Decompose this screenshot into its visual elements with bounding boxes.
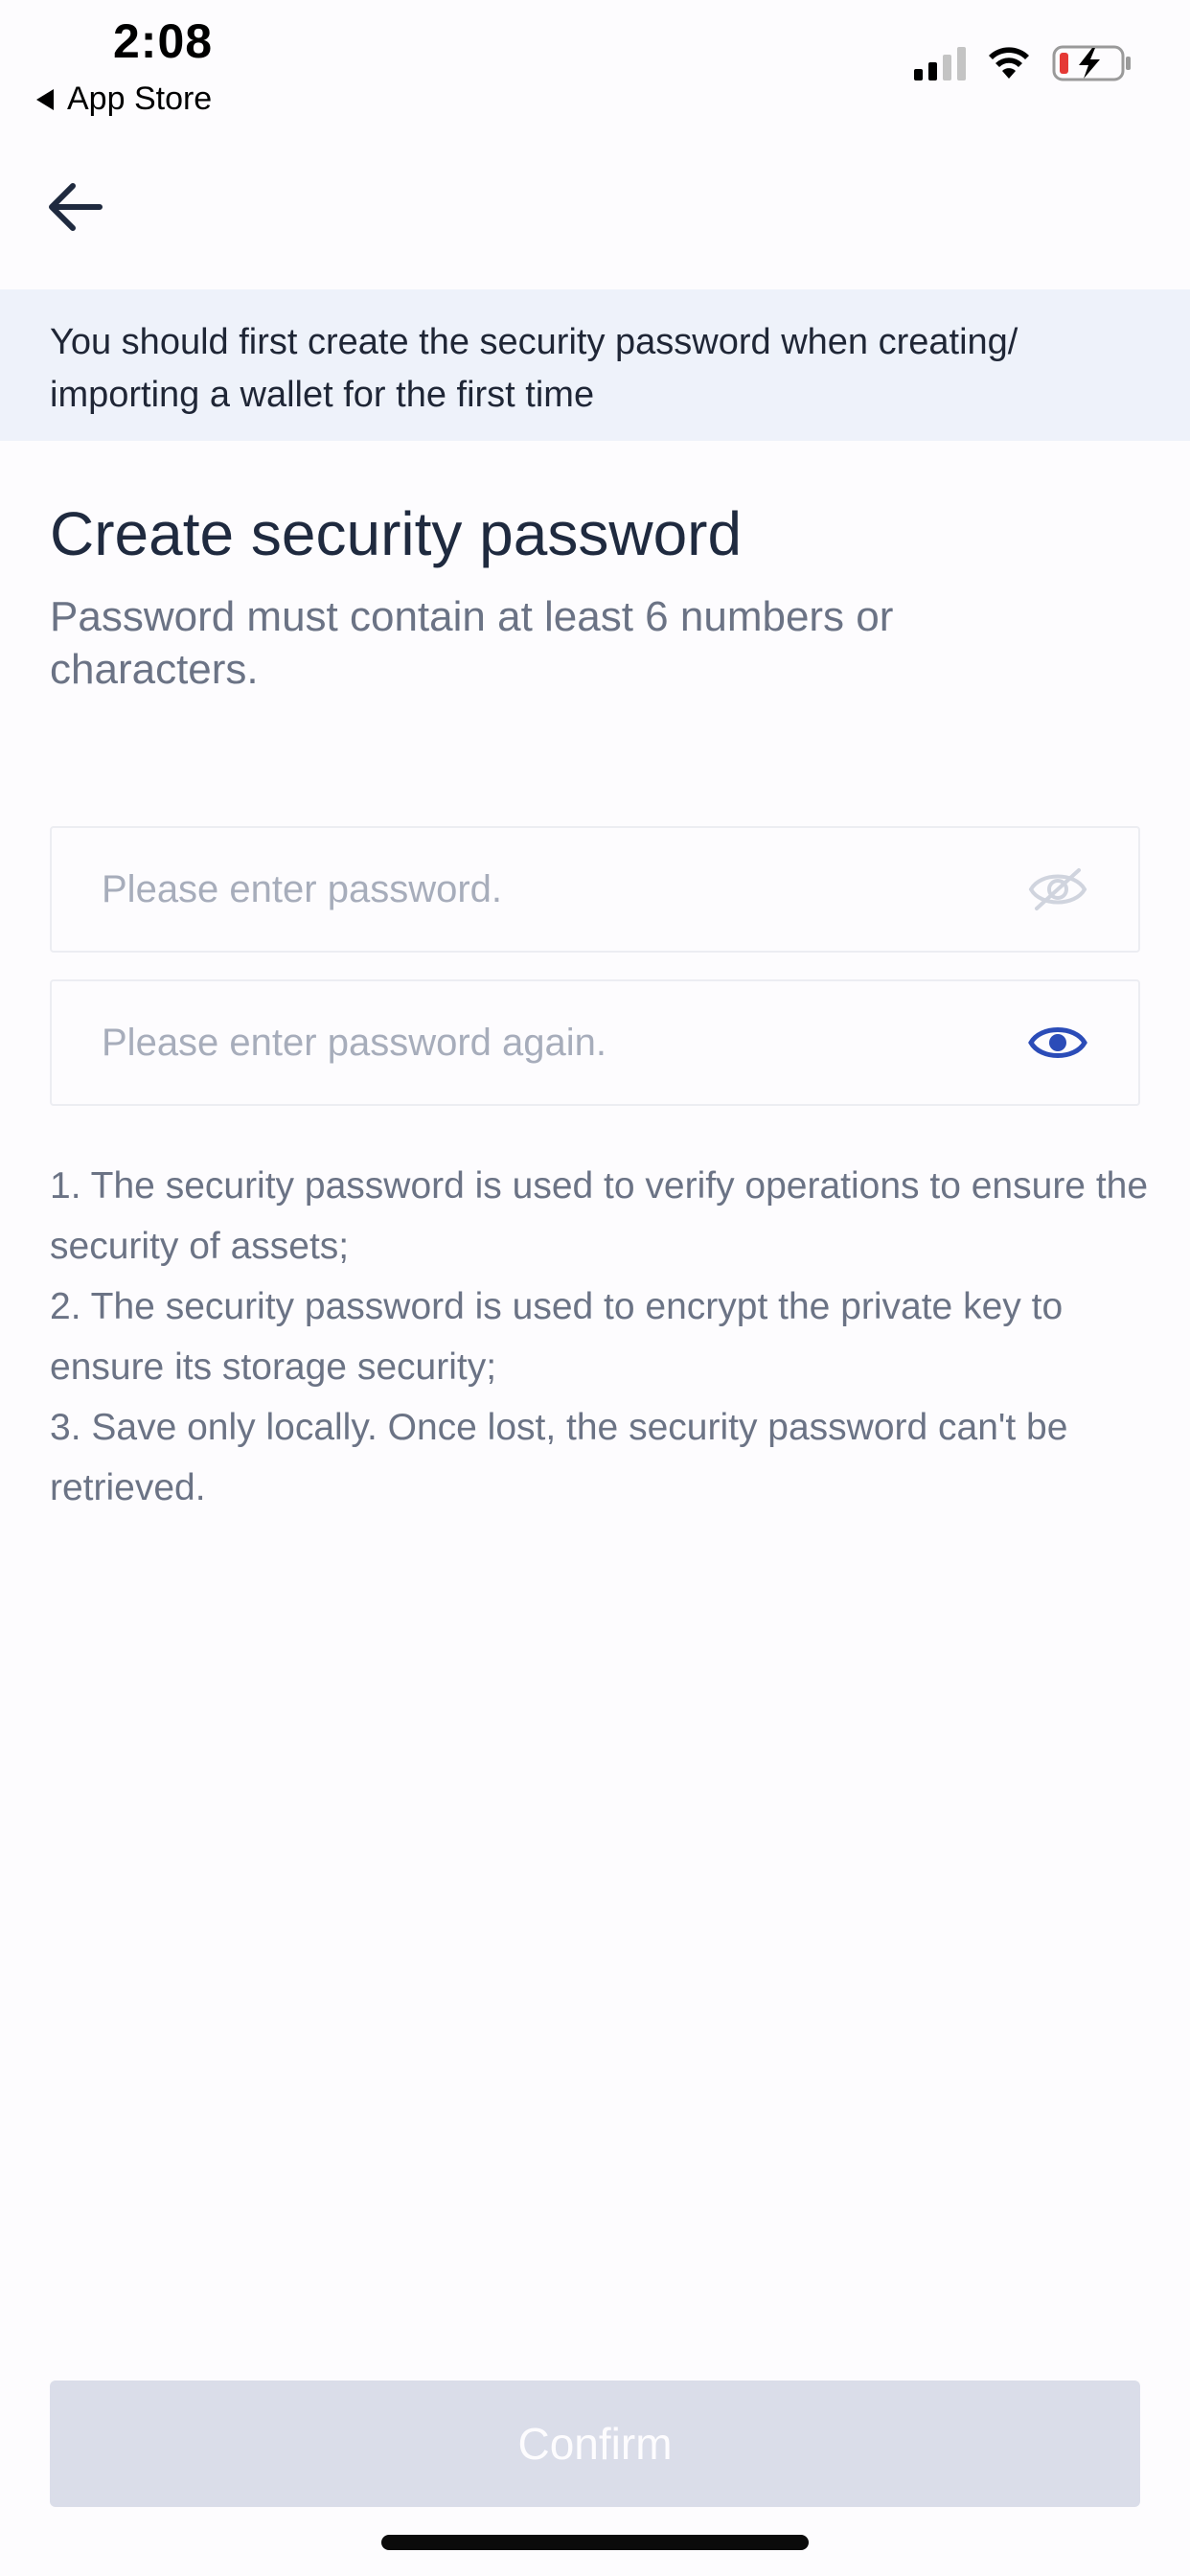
status-icons (914, 44, 1133, 82)
password-again-field-container (50, 979, 1140, 1106)
back-to-app-store-link[interactable]: App Store (36, 80, 212, 118)
status-time: 2:08 (113, 14, 214, 68)
info-banner-text: You should first create the security pas… (50, 322, 1018, 415)
back-triangle-icon (36, 88, 54, 110)
password-notes: 1. The security password is used to veri… (50, 1156, 1152, 1518)
back-app-label: App Store (67, 80, 213, 117)
cellular-signal-icon (914, 46, 966, 80)
note-item: 1. The security password is used to veri… (50, 1165, 1149, 1267)
page-subtitle: Password must contain at least 6 numbers… (50, 593, 894, 693)
create-password-screen: 2:08 App Store You should first create t… (0, 0, 1190, 2576)
info-banner: You should first create the security pas… (0, 289, 1190, 441)
home-indicator (381, 2535, 809, 2550)
password-input[interactable] (102, 867, 1027, 911)
note-item: 3. Save only locally. Once lost, the sec… (50, 1407, 1068, 1508)
note-item: 2. The security password is used to encr… (50, 1286, 1064, 1388)
page-title: Create security password (50, 499, 743, 568)
battery-charging-icon (1052, 45, 1131, 81)
confirm-button[interactable]: Confirm (50, 2380, 1140, 2507)
back-arrow-icon[interactable] (46, 178, 107, 236)
eye-icon[interactable] (1027, 1018, 1088, 1068)
password-again-input[interactable] (102, 1021, 1027, 1065)
eye-off-icon[interactable] (1027, 864, 1088, 914)
wifi-icon (989, 47, 1029, 79)
password-field-container (50, 826, 1140, 953)
